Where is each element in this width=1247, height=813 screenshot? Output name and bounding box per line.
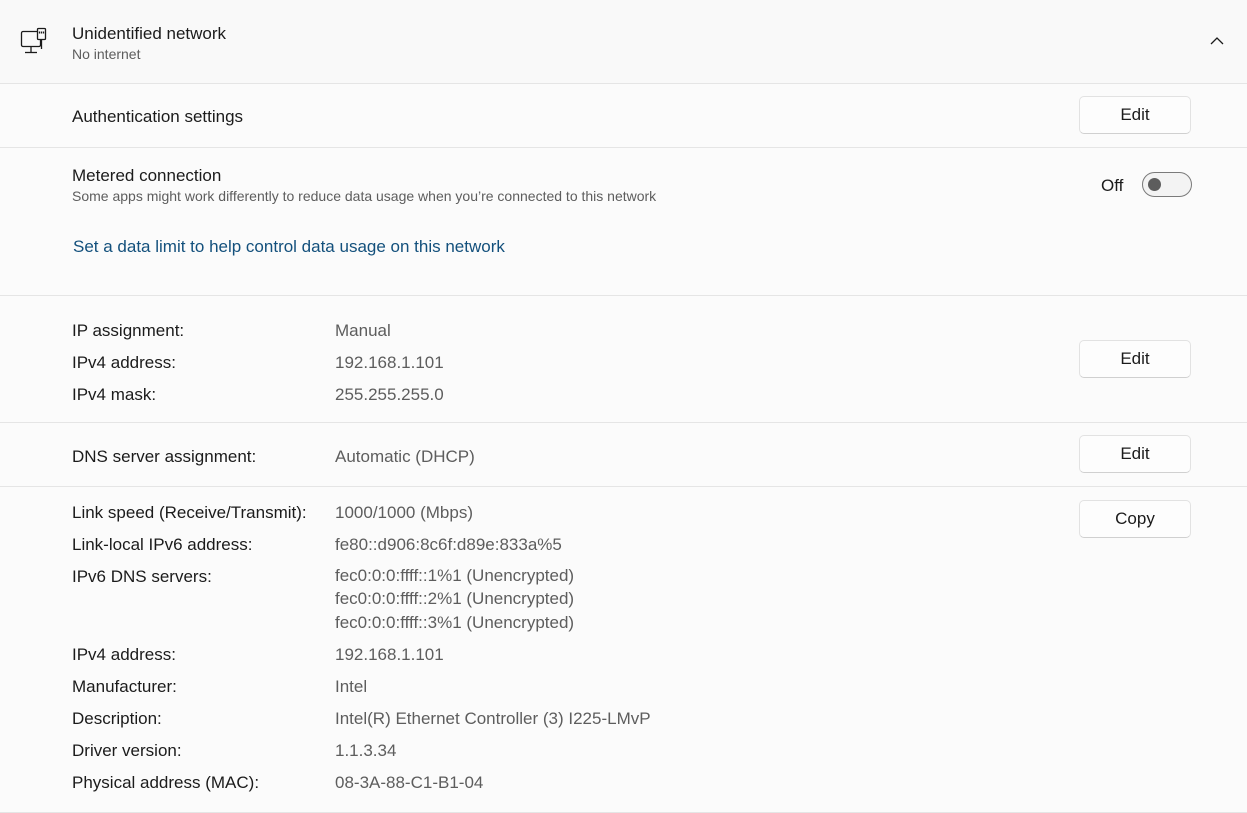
ipv4-address-detail-label: IPv4 address: — [72, 645, 176, 664]
network-status: No internet — [72, 46, 141, 62]
link-speed-value: 1000/1000 (Mbps) — [335, 503, 473, 522]
ipv4-mask-value: 255.255.255.0 — [335, 385, 444, 404]
manufacturer-label: Manufacturer: — [72, 677, 177, 696]
dns-assignment-label: DNS server assignment: — [72, 447, 257, 466]
ipv4-address-detail-value: 192.168.1.101 — [335, 645, 444, 664]
dns-settings-section: DNS server assignment: Automatic (DHCP) … — [0, 422, 1247, 487]
ip-assignment-label: IP assignment: — [72, 321, 185, 340]
ip-edit-button[interactable]: Edit — [1079, 340, 1191, 378]
network-header[interactable]: Unidentified network No internet — [0, 0, 1247, 83]
ipv6-dns-server-1: fec0:0:0:ffff::1%1 (Unencrypted) — [335, 566, 575, 585]
wired-network-icon — [20, 27, 48, 57]
chevron-up-icon[interactable] — [1206, 30, 1228, 52]
mac-address-value: 08-3A-88-C1-B1-04 — [335, 773, 484, 792]
dns-assignment-value: Automatic (DHCP) — [335, 447, 475, 466]
ipv4-address-label: IPv4 address: — [72, 353, 176, 372]
ipv6-dns-server-3: fec0:0:0:ffff::3%1 (Unencrypted) — [335, 613, 575, 632]
data-limit-link[interactable]: Set a data limit to help control data us… — [73, 237, 505, 257]
link-local-ipv6-value: fe80::d906:8c6f:d89e:833a%5 — [335, 535, 562, 554]
authentication-settings-row: Authentication settings Edit — [0, 83, 1247, 148]
dns-edit-button[interactable]: Edit — [1079, 435, 1191, 473]
metered-connection-label: Metered connection — [72, 166, 222, 185]
network-properties-panel: Unidentified network No internet Authent… — [0, 0, 1247, 813]
mac-address-label: Physical address (MAC): — [72, 773, 260, 792]
metered-connection-toggle[interactable] — [1142, 172, 1192, 197]
ipv4-mask-label: IPv4 mask: — [72, 385, 157, 404]
ipv4-address-value: 192.168.1.101 — [335, 353, 444, 372]
authentication-settings-label: Authentication settings — [72, 107, 244, 126]
copy-properties-button[interactable]: Copy — [1079, 500, 1191, 538]
link-speed-label: Link speed (Receive/Transmit): — [72, 503, 307, 522]
ipv6-dns-servers-label: IPv6 DNS servers: — [72, 567, 212, 586]
ip-settings-section: IP assignment: Manual IPv4 address: 192.… — [0, 295, 1247, 423]
network-name: Unidentified network — [72, 24, 227, 43]
metered-connection-section: Metered connection Some apps might work … — [0, 147, 1247, 295]
authentication-edit-button[interactable]: Edit — [1079, 96, 1191, 134]
toggle-knob — [1148, 178, 1161, 191]
driver-version-label: Driver version: — [72, 741, 182, 760]
adapter-properties-section: Copy Link speed (Receive/Transmit): 1000… — [0, 486, 1247, 812]
description-value: Intel(R) Ethernet Controller (3) I225-LM… — [335, 709, 651, 728]
description-label: Description: — [72, 709, 162, 728]
driver-version-value: 1.1.3.34 — [335, 741, 397, 760]
metered-toggle-state: Off — [1101, 176, 1124, 195]
ip-assignment-value: Manual — [335, 321, 391, 340]
ipv6-dns-server-2: fec0:0:0:ffff::2%1 (Unencrypted) — [335, 589, 575, 608]
manufacturer-value: Intel — [335, 677, 368, 696]
link-local-ipv6-label: Link-local IPv6 address: — [72, 535, 253, 554]
metered-connection-description: Some apps might work differently to redu… — [72, 188, 657, 204]
